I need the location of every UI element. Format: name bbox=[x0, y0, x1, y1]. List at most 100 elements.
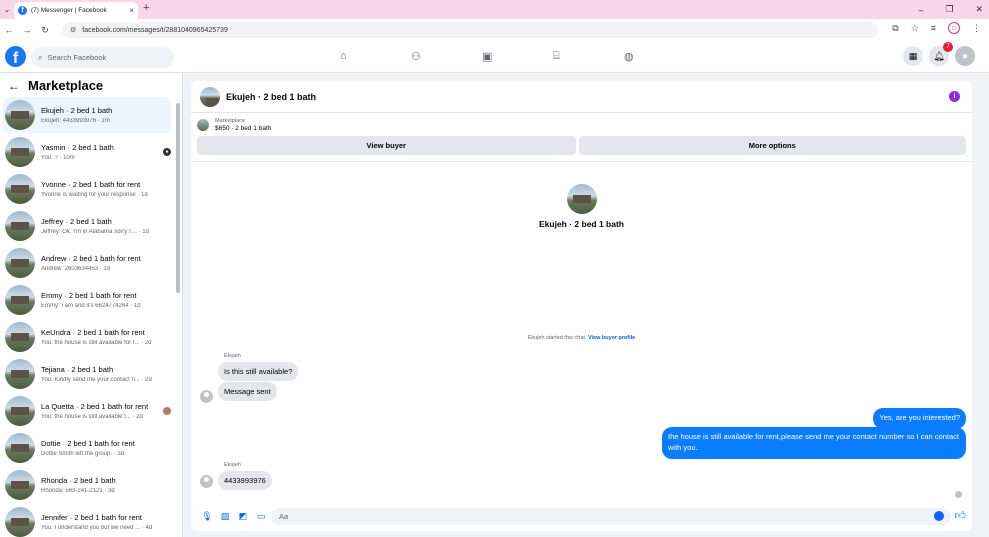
account-avatar[interactable]: ● bbox=[955, 46, 975, 66]
browser-menu-icon[interactable]: ⋮ bbox=[972, 23, 981, 34]
search-facebook-input[interactable]: ⌕ Search Facebook bbox=[31, 47, 174, 68]
conversation-item[interactable]: Jennifer · 2 bed 1 bath for rent You: I u… bbox=[3, 504, 171, 537]
conversation-item[interactable]: Jeffrey · 2 bed 1 bath Jeffrey: Ok. I'm i… bbox=[3, 208, 171, 244]
conversation-name: Yvonne · 2 bed 1 bath for rent bbox=[41, 180, 141, 189]
facebook-logo-icon[interactable]: f bbox=[5, 46, 26, 67]
video-icon[interactable]: ▣ bbox=[482, 50, 492, 63]
close-window-button[interactable]: ✕ bbox=[975, 4, 983, 15]
search-placeholder: Search Facebook bbox=[47, 53, 107, 62]
tab-title: (7) Messenger | Facebook bbox=[31, 7, 107, 14]
profile-icon[interactable]: ☺ bbox=[948, 22, 960, 34]
info-icon[interactable]: i bbox=[949, 91, 960, 102]
conversation-name: Emmy · 2 bed 1 bath for rent bbox=[41, 291, 137, 300]
chat-title[interactable]: Ekujeh · 2 bed 1 bath bbox=[226, 92, 316, 102]
gif-icon[interactable]: ▭ bbox=[252, 511, 270, 522]
menu-grid-icon[interactable]: ▦ bbox=[903, 46, 923, 66]
sender-name: Ekujeh bbox=[224, 353, 241, 359]
conversation-preview: You: ? · 10m bbox=[41, 155, 75, 161]
conversation-item[interactable]: Rhonda · 2 bed 1 bath Rhonda: 563-241-212… bbox=[3, 467, 171, 503]
more-options-button[interactable]: More options bbox=[578, 136, 966, 155]
thumbs-up-icon[interactable]: 👍︎ bbox=[955, 509, 967, 522]
conversation-item[interactable]: La Quetta · 2 bed 1 bath for rent You: th… bbox=[3, 393, 171, 429]
facebook-favicon-icon: f bbox=[18, 6, 27, 15]
back-arrow-icon[interactable]: ← bbox=[8, 79, 20, 93]
browser-toolbar: ⧉ ☆ ≡ ☺ ⋮ bbox=[892, 22, 981, 34]
marketplace-listing-row[interactable]: Marketplace $650 · 2 bed 1 bath bbox=[191, 113, 972, 134]
conversation-name: Dottie · 2 bed 1 bath for rent bbox=[41, 439, 135, 448]
listing-price: $650 · 2 bed 1 bath bbox=[215, 125, 272, 132]
conversation-preview: Ekujeh: 4433993976 · 1m bbox=[41, 118, 110, 124]
tab-close-icon[interactable]: × bbox=[129, 6, 134, 15]
chat-listing-thumbnail[interactable] bbox=[200, 86, 220, 107]
conversation-item[interactable]: Yasmin · 2 bed 1 bath You: ? · 10m ● bbox=[3, 134, 171, 170]
conversation-preview: You: the house is still available f... ·… bbox=[41, 414, 143, 420]
media-icon[interactable]: ≡ bbox=[931, 23, 936, 33]
listing-thumbnail bbox=[5, 248, 35, 278]
emoji-icon[interactable] bbox=[934, 511, 944, 521]
listing-actions: View buyer More options bbox=[191, 136, 972, 155]
listing-thumbnail bbox=[5, 396, 35, 426]
sidebar-title: Marketplace bbox=[28, 78, 104, 93]
friends-icon[interactable]: ⚇ bbox=[411, 50, 421, 63]
incoming-message: 4433993976 bbox=[218, 471, 272, 490]
sender-name: Ekujeh bbox=[224, 462, 241, 468]
conversation-name: Yasmin · 2 bed 1 bath bbox=[41, 143, 114, 152]
chat-header: Ekujeh · 2 bed 1 bath bbox=[191, 81, 972, 113]
sidebar-scrollbar[interactable] bbox=[176, 103, 180, 293]
listing-thumbnail bbox=[5, 285, 35, 315]
conversation-item[interactable]: Emmy · 2 bed 1 bath for rent Emmy: I am a… bbox=[3, 282, 171, 318]
intro-title: Ekujeh · 2 bed 1 bath bbox=[538, 219, 625, 229]
browser-tab[interactable]: f (7) Messenger | Facebook × bbox=[14, 2, 138, 19]
conversation-preview: You: I understand you but we need ... · … bbox=[41, 525, 153, 531]
conversation-preview: Yvonne is waiting for your response · 1d bbox=[41, 192, 148, 198]
conversation-item[interactable]: KeUndra · 2 bed 1 bath for rent You: the … bbox=[3, 319, 171, 355]
home-icon[interactable]: ⌂ bbox=[340, 50, 347, 62]
tab-search-icon[interactable]: ⌄ bbox=[0, 0, 14, 19]
conversation-name: Tejiana · 2 bed 1 bath bbox=[41, 365, 114, 374]
view-buyer-profile-link[interactable]: View buyer profile bbox=[588, 335, 635, 341]
conversation-item[interactable]: Ekujeh · 2 bed 1 bath Ekujeh: 4433993976 … bbox=[3, 97, 171, 133]
cast-icon[interactable]: ⧉ bbox=[892, 23, 898, 34]
bookmark-star-icon[interactable]: ☆ bbox=[911, 23, 919, 34]
listing-thumbnail bbox=[5, 470, 35, 500]
message-input[interactable]: Aa bbox=[271, 508, 951, 525]
started-text: Ekujeh started this chat. bbox=[527, 335, 587, 341]
back-icon[interactable]: ← bbox=[0, 25, 18, 35]
incoming-message: Message sent bbox=[218, 382, 277, 401]
listing-thumbnail bbox=[5, 507, 35, 537]
message-composer: 🎙︎ ▧ ◩ ▭ Aa 👍︎ bbox=[191, 501, 972, 531]
conversation-name: La Quetta · 2 bed 1 bath for rent bbox=[41, 402, 149, 411]
conversation-name: Andrew · 2 bed 1 bath for rent bbox=[41, 254, 141, 263]
microphone-icon[interactable]: 🎙︎ bbox=[198, 511, 216, 522]
conversation-name: Rhonda · 2 bed 1 bath bbox=[41, 476, 116, 485]
conversation-item[interactable]: Dottie · 2 bed 1 bath for rent Dottie Smi… bbox=[3, 430, 171, 466]
url-field[interactable]: ⚙ facebook.com/messages/t/28810409654257… bbox=[62, 22, 878, 38]
new-tab-button[interactable]: + bbox=[143, 2, 149, 14]
conversation-preview: Andrew: 2603634453 · 1d bbox=[41, 266, 111, 272]
photo-icon[interactable]: ▧ bbox=[216, 511, 234, 522]
gaming-icon[interactable]: ◍ bbox=[624, 50, 634, 63]
conversation-name: KeUndra · 2 bed 1 bath for rent bbox=[41, 328, 145, 337]
conversation-item[interactable]: Andrew · 2 bed 1 bath for rent Andrew: 26… bbox=[3, 245, 171, 281]
conversation-item[interactable]: Yvonne · 2 bed 1 bath for rent Yvonne is … bbox=[3, 171, 171, 207]
incoming-message: Is this still available? bbox=[218, 362, 299, 381]
marketplace-sidebar: ← Marketplace Ekujeh · 2 bed 1 bath Ekuje… bbox=[0, 73, 183, 537]
reload-icon[interactable]: ↻ bbox=[36, 25, 54, 36]
marketplace-icon[interactable]: ⌸ bbox=[553, 50, 560, 63]
url-text: facebook.com/messages/t/28810409654257​3… bbox=[82, 26, 228, 34]
notifications-bell-icon[interactable]: 🔔︎ 7 bbox=[929, 42, 953, 66]
sticker-icon[interactable]: ◩ bbox=[234, 511, 252, 522]
listing-thumbnail bbox=[5, 211, 35, 241]
site-info-icon[interactable]: ⚙ bbox=[70, 26, 76, 34]
sender-avatar bbox=[200, 475, 213, 488]
facebook-header: f ⌕ Search Facebook ⌂ ⚇ ▣ ⌸ ◍ ▦ 🔔︎ 7 ● bbox=[0, 41, 989, 73]
chat-intro-card: Ekujeh · 2 bed 1 bath bbox=[191, 184, 972, 229]
view-buyer-button[interactable]: View buyer bbox=[197, 136, 576, 155]
minimize-button[interactable]: – bbox=[918, 5, 923, 15]
conversation-item[interactable]: Tejiana · 2 bed 1 bath You: Kindly send m… bbox=[3, 356, 171, 392]
forward-icon[interactable]: → bbox=[18, 25, 36, 35]
sender-avatar bbox=[200, 390, 213, 403]
conversation-name: Jennifer · 2 bed 1 bath for rent bbox=[41, 513, 142, 522]
restore-button[interactable]: ❐ bbox=[945, 4, 953, 15]
listing-thumbnail bbox=[5, 137, 35, 167]
